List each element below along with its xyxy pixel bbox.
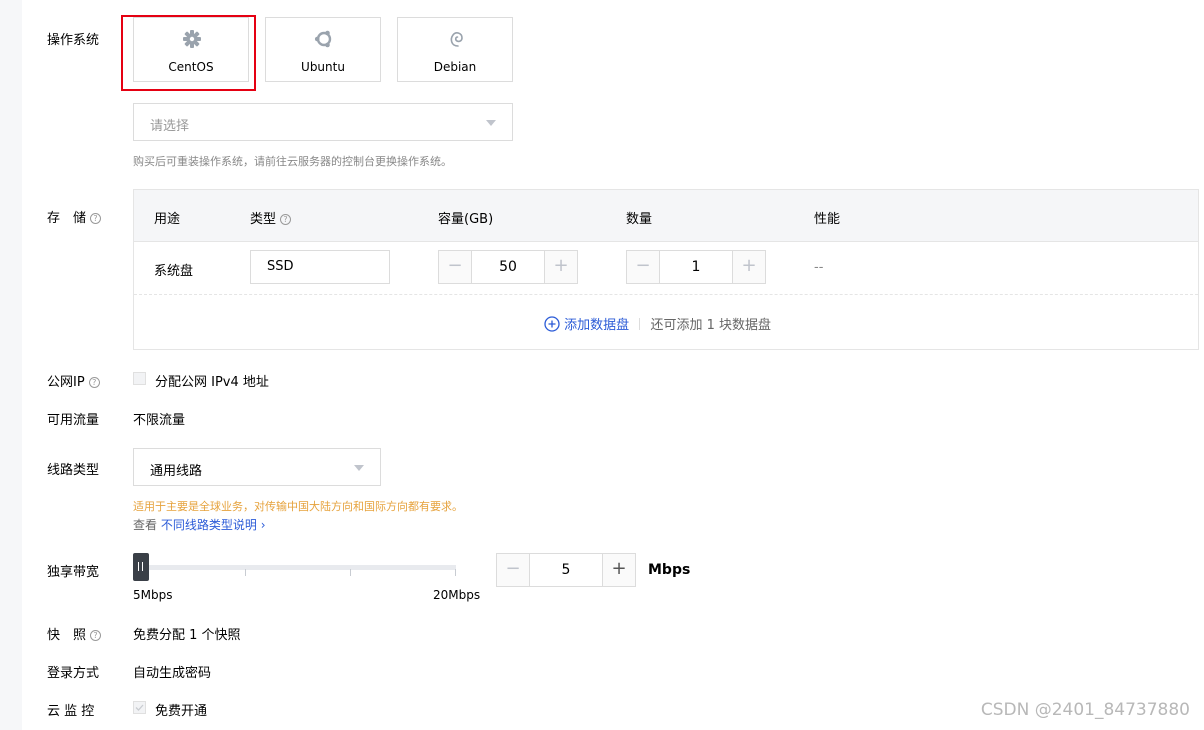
line-type-select[interactable]: 通用线路 [133, 448, 381, 486]
chevron-down-icon [486, 120, 496, 126]
bandwidth-stepper[interactable]: − 5 + [496, 553, 636, 587]
bandwidth-label: 独享带宽 [47, 565, 100, 580]
os-hint: 购买后可重装操作系统，请前往云服务器的控制台更换操作系统。 [133, 155, 452, 168]
monitor-checkbox[interactable] [133, 701, 146, 714]
add-disk-button[interactable]: 添加数据盘 [544, 316, 633, 333]
slider-handle[interactable] [133, 553, 149, 581]
slider-tick [245, 569, 246, 576]
os-name-ubuntu: Ubuntu [301, 60, 345, 74]
quantity-decrease-button[interactable]: − [627, 251, 660, 283]
slider-tick [350, 569, 351, 576]
quantity-value: 1 [691, 259, 701, 275]
row-divider [134, 294, 1198, 295]
capacity-stepper[interactable]: − 50 + [438, 250, 578, 284]
check-icon [135, 704, 144, 711]
line-type-doc-link[interactable]: 不同线路类型说明 › [161, 518, 266, 532]
add-disk-area: 添加数据盘 还可添加 1 块数据盘 [544, 314, 771, 333]
add-disk-hint: 还可添加 1 块数据盘 [650, 318, 771, 333]
help-icon[interactable]: ? [90, 213, 102, 224]
snapshot-label-text: 快 照 [47, 628, 87, 643]
help-icon[interactable]: ? [88, 377, 100, 388]
traffic-label: 可用流量 [47, 413, 100, 428]
handle-grip [142, 562, 143, 571]
snapshot-label: 快 照? [47, 624, 102, 643]
disk-performance: -- [814, 260, 824, 275]
help-icon[interactable]: ? [90, 630, 102, 641]
traffic-value: 不限流量 [133, 413, 186, 428]
col-quantity: 数量 [626, 212, 653, 227]
line-type-view-text: 查看 [133, 518, 158, 532]
disk-type-value: SSD [267, 259, 294, 274]
public-ip-label-text: 公网IP [47, 375, 85, 390]
public-ip-option: 分配公网 IPv4 地址 [155, 375, 269, 390]
bandwidth-value: 5 [561, 562, 571, 578]
bandwidth-slider[interactable] [133, 553, 456, 583]
add-disk-separator [639, 318, 641, 330]
os-label: 操作系统 [47, 33, 100, 48]
capacity-value: 50 [499, 259, 517, 275]
os-selected-highlight [121, 15, 256, 91]
login-method-label: 登录方式 [47, 666, 100, 681]
bandwidth-unit: Mbps [648, 562, 691, 578]
col-type-text: 类型 [250, 212, 277, 227]
os-version-placeholder: 请选择 [150, 119, 190, 134]
capacity-decrease-button[interactable]: − [439, 251, 472, 283]
col-type: 类型? [250, 208, 292, 227]
public-ip-checkbox[interactable] [133, 372, 146, 385]
watermark: CSDN @2401_84737880 [980, 700, 1190, 720]
line-type-help: 查看 不同线路类型说明 › [133, 516, 266, 533]
handle-grip [138, 562, 139, 571]
monitor-label: 云 监 控 [47, 704, 95, 719]
storage-table: 用途 类型? 容量(GB) 数量 性能 系统盘 SSD − 50 + − 1 +… [133, 189, 1199, 350]
os-version-select[interactable]: 请选择 [133, 103, 513, 141]
capacity-increase-button[interactable]: + [544, 251, 577, 283]
os-option-ubuntu[interactable]: Ubuntu [265, 17, 381, 82]
quantity-increase-button[interactable]: + [732, 251, 765, 283]
snapshot-value: 免费分配 1 个快照 [133, 628, 241, 643]
disk-usage: 系统盘 [154, 264, 194, 279]
public-ip-label: 公网IP? [47, 371, 100, 390]
line-type-doc-link-text: 不同线路类型说明 [160, 518, 257, 532]
bandwidth-max-label: 20Mbps [433, 588, 481, 602]
monitor-option: 免费开通 [155, 704, 208, 719]
help-icon[interactable]: ? [280, 214, 292, 225]
bandwidth-min-label: 5Mbps [133, 588, 173, 602]
slider-track [141, 565, 456, 570]
chevron-down-icon [354, 465, 364, 471]
col-capacity: 容量(GB) [438, 212, 494, 227]
storage-table-header: 用途 类型? 容量(GB) 数量 性能 [134, 190, 1198, 242]
ubuntu-icon [314, 30, 332, 48]
line-type-value: 通用线路 [150, 464, 203, 479]
disk-type-field[interactable]: SSD [250, 250, 390, 284]
slider-tick [455, 569, 456, 576]
line-type-label: 线路类型 [47, 463, 100, 478]
chevron-right-icon: › [260, 518, 266, 532]
bandwidth-decrease-button[interactable]: − [497, 554, 530, 586]
login-method-value: 自动生成密码 [133, 666, 212, 681]
col-usage: 用途 [154, 212, 181, 227]
left-sidebar-strip [0, 0, 22, 730]
add-disk-label: 添加数据盘 [564, 318, 630, 333]
line-type-warning: 适用于主要是全球业务，对传输中国大陆方向和国际方向都有要求。 [133, 500, 463, 513]
debian-icon [450, 32, 463, 47]
quantity-stepper[interactable]: − 1 + [626, 250, 766, 284]
os-name-debian: Debian [433, 60, 477, 74]
storage-label-text: 存 储 [47, 211, 87, 226]
bandwidth-increase-button[interactable]: + [602, 554, 635, 586]
os-option-debian[interactable]: Debian [397, 17, 513, 82]
plus-circle-icon [544, 316, 560, 332]
storage-label: 存 储? [47, 207, 102, 226]
col-performance: 性能 [814, 212, 841, 227]
